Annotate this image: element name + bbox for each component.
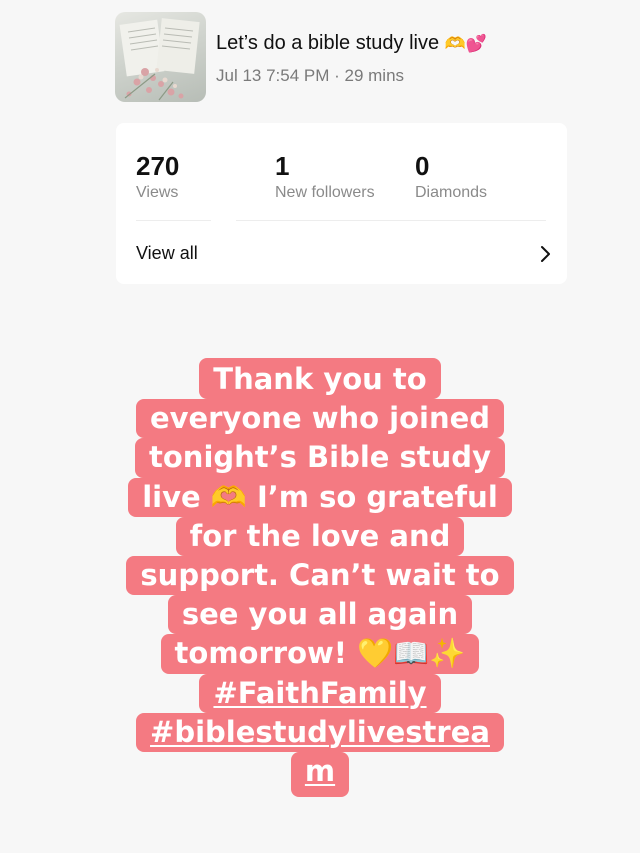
stat-views-label: Views [136,184,179,201]
heart-hands-icon: 🫶💕 [444,34,488,54]
live-title: Let’s do a bible study live 🫶💕 [216,32,487,55]
live-thumbnail[interactable] [115,12,206,102]
view-all-button[interactable]: View all [136,243,550,267]
stat-views: 270 Views [136,151,179,202]
live-stats-card: 270 Views 1 New followers 0 Diamonds Vie… [116,123,567,284]
stat-new-followers-label: New followers [275,184,375,201]
story-caption: Thank you to everyone who joined tonight… [0,358,640,798]
caption-line: live 🫶 I’m so grateful [128,477,512,517]
live-title-text: Let’s do a bible study live [216,32,440,54]
chevron-right-icon [541,246,550,262]
stat-diamonds: 0 Diamonds [415,151,487,202]
caption-line: Thank you to [199,358,441,400]
caption-line: tomorrow! 💛📖✨ [160,634,480,674]
caption-line: see you all again [167,595,473,635]
hashtag-biblestudylivestream-link[interactable]: #biblestudylivestrea [136,712,504,753]
hashtag-faithfamily-link[interactable]: #FaithFamily [199,673,441,713]
live-meta: Jul 13 7:54 PM · 29 mins [216,66,405,85]
stat-diamonds-value: 0 [415,151,430,181]
caption-line: support. Can’t wait to [126,556,514,596]
caption-line: for the love and [175,516,465,557]
caption-line: everyone who joined [135,399,505,439]
view-all-label: View all [136,243,198,263]
stat-views-value: 270 [136,151,180,181]
divider [136,220,211,221]
divider [236,220,546,221]
stat-new-followers-value: 1 [275,151,290,181]
hashtag-biblestudylivestream-link-end[interactable]: m [290,752,350,798]
open-bible-flowers-image [119,18,200,101]
caption-line: tonight’s Bible study [135,438,505,478]
stat-new-followers: 1 New followers [275,151,375,202]
live-session-header: Let’s do a bible study live 🫶💕 Jul 13 7:… [115,12,575,102]
stat-diamonds-label: Diamonds [415,184,488,201]
